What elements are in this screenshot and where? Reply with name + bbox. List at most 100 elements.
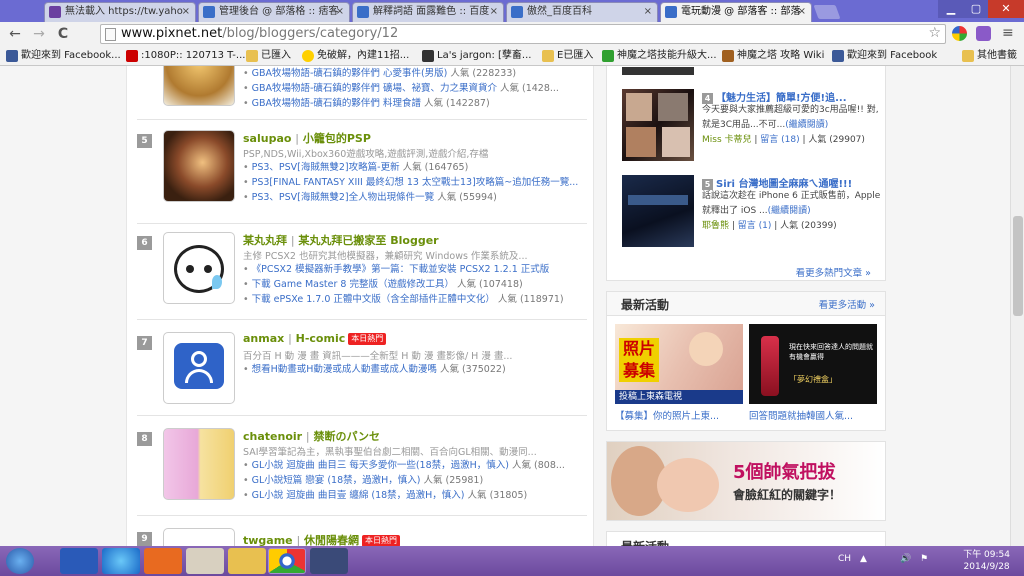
language-indicator[interactable]: CH (838, 554, 851, 564)
facebook-icon (6, 50, 18, 62)
bookmark-tos-wiki[interactable]: 神魔之塔 攻略 Wiki (722, 48, 824, 64)
system-clock[interactable]: 下午 09:54 2014/9/28 (963, 549, 1010, 573)
menu-icon[interactable]: ≡ (1002, 25, 1014, 41)
media-player-icon[interactable] (144, 548, 182, 574)
blogger-avatar[interactable] (163, 528, 235, 546)
comments-link[interactable]: 留言 (1) (738, 221, 772, 231)
post-link[interactable]: GBA牧場物語-礦石鎮的夥伴們 礦場、祕寶、力之果資貨介 人氣 (1428... (243, 81, 583, 96)
chrome-extension-icon[interactable] (952, 26, 967, 41)
post-list: 想看H動畫或H動漫或成人動畫或成人動漫嗎 人氣 (375022) (243, 362, 583, 377)
bookmark-facebook-2[interactable]: 歡迎來到 Facebook (832, 48, 937, 64)
more-hot-articles-link[interactable]: 看更多熱門文章 » (796, 265, 871, 279)
bookmark-jargon[interactable]: La's jargon: [孽畜... (422, 48, 531, 64)
post-link[interactable]: 想看H動畫或H動漫或成人動畫或成人動漫嗎 人氣 (375022) (243, 362, 583, 377)
blogger-name[interactable]: salupao (243, 132, 291, 145)
minimize-button[interactable]: ▁ (938, 0, 964, 18)
tab-game-anime[interactable]: 電玩動漫 @ 部落客 :: 部落 × (660, 2, 812, 22)
ad-banner[interactable]: 5個帥氣把拔 會臉紅紅的關鍵字！ (606, 441, 886, 521)
more-events-link[interactable]: 看更多活動 » (819, 297, 875, 311)
blogger-avatar[interactable] (163, 428, 235, 500)
post-link[interactable]: PS3、PSV[海賊無雙2]攻略篇-更新 人氣 (164765) (243, 160, 583, 175)
article-thumbnail[interactable] (622, 89, 694, 161)
tab-yahoo[interactable]: 無法載入 https://tw.yaho × (44, 2, 196, 22)
blog-name[interactable]: 休閒陽春網 (304, 534, 359, 546)
forward-button[interactable]: → (30, 25, 48, 43)
post-link[interactable]: GL小說 迴旋曲 曲目三 每天多愛你一些(18禁，過激H，慎入) 人氣 (808… (243, 458, 583, 473)
ie-icon[interactable] (102, 548, 140, 574)
blogger-avatar[interactable] (163, 66, 235, 106)
notepad-icon[interactable] (186, 548, 224, 574)
blogger-name[interactable]: 某丸丸拜 (243, 234, 287, 247)
event-caption[interactable]: 回答問題就抽韓國人氣... (749, 408, 877, 422)
close-icon[interactable]: × (490, 3, 498, 21)
post-link[interactable]: GL小說短篇 戀宴 (18禁，過激H，慎入) 人氣 (25981) (243, 473, 583, 488)
bookmark-tos-skill[interactable]: 神魔之塔技能升級大... (602, 48, 717, 64)
blogger-name[interactable]: chatenoir (243, 430, 302, 443)
blogger-title[interactable]: twgame | 休閒陽春網 本日熱門 (243, 532, 401, 546)
explorer-icon[interactable] (228, 548, 266, 574)
tray-expand-icon[interactable]: ▲ (860, 554, 867, 564)
tab-baidu-word[interactable]: 解釋詞語 面露難色 :: 百度 × (352, 2, 504, 22)
event-banner[interactable]: 現在快來回答達人的問題就有機會贏得 「夢幻禮盒」 (749, 324, 877, 404)
bookmark-folder-imported[interactable]: 已匯入 (246, 48, 291, 64)
star-icon[interactable]: ☆ (928, 24, 941, 42)
tab-pixnet-admin[interactable]: 管理後台 @ 部落格 :: 痞客 × (198, 2, 350, 22)
blogger-avatar[interactable] (163, 232, 235, 304)
read-more-link[interactable]: (繼續閱讀) (785, 120, 828, 130)
bookmark-facebook[interactable]: 歡迎來到 Facebook... (6, 48, 121, 64)
post-link[interactable]: GL小說 迴旋曲 曲目壹 纏綿 (18禁，過激H，慎入) 人氣 (31805) (243, 488, 583, 503)
address-bar[interactable]: www.pixnet.net/blog/bloggers/category/12… (100, 24, 946, 44)
blogger-title[interactable]: anmax | H-comic 本日熱門 (243, 332, 387, 345)
word-icon[interactable] (60, 548, 98, 574)
close-icon[interactable]: × (182, 3, 190, 21)
post-link[interactable]: 《PCSX2 模擬器新手教學》第一篇：下載並安裝 PCSX2 1.2.1 正式版 (243, 262, 583, 277)
maximize-button[interactable]: ▢ (964, 0, 988, 18)
volume-icon[interactable]: 🔊 (900, 554, 911, 564)
article-thumbnail[interactable] (622, 175, 694, 247)
comments-link[interactable]: 留言 (18) (760, 135, 799, 145)
close-icon[interactable]: × (798, 3, 806, 21)
post-link[interactable]: GBA牧場物語-礦石鎮的夥伴們 心愛事件(男版) 人氣 (228233) (243, 66, 583, 81)
reload-button[interactable]: C (54, 25, 72, 43)
blogger-avatar[interactable] (163, 332, 235, 404)
scrollbar[interactable] (1010, 66, 1024, 546)
tab-baidu-baike[interactable]: 傲然_百度百科 × (506, 2, 658, 22)
read-more-link[interactable]: (繼續閱讀) (768, 206, 811, 216)
event-banner[interactable]: 照片募集 投稿上東森電視 (615, 324, 743, 404)
post-link[interactable]: 下載 ePSXe 1.7.0 正體中文版（含全部插件正體中文化） 人氣 (118… (243, 292, 583, 307)
article-title[interactable]: 4 【魅力生活】簡單!方便!追... (702, 89, 882, 104)
blogger-title[interactable]: chatenoir | 禁断のパンセ (243, 428, 380, 444)
extension-icon[interactable] (976, 26, 991, 41)
post-link[interactable]: PS3、PSV[海賊無雙2]全人物出現條件一覽 人氣 (55994) (243, 190, 583, 205)
close-icon[interactable]: × (336, 3, 344, 21)
blogger-avatar[interactable] (163, 130, 235, 202)
close-button[interactable]: ✕ (988, 0, 1024, 18)
blogger-name[interactable]: anmax (243, 332, 284, 345)
bookmark-other[interactable]: 其他書籤 (962, 48, 1017, 64)
bookmark-folder-e[interactable]: E已匯入 (542, 48, 593, 64)
post-link[interactable]: 下載 Game Master 8 完整版（遊戲修改工具） 人氣 (107418) (243, 277, 583, 292)
back-button[interactable]: ← (6, 25, 24, 43)
close-icon[interactable]: × (644, 3, 652, 21)
post-link[interactable]: PS3[FINAL FANTASY XIII 最終幻想 13 太空戰士13]攻略… (243, 175, 583, 190)
event-caption[interactable]: 【募集】你的照片上東... (615, 408, 743, 422)
chrome-icon[interactable] (268, 548, 306, 574)
blog-name[interactable]: H-comic (296, 332, 346, 345)
blog-name[interactable]: 某丸丸拜已搬家至 Blogger (298, 234, 438, 247)
blogger-title[interactable]: 某丸丸拜 | 某丸丸拜已搬家至 Blogger (243, 232, 439, 248)
blog-name[interactable]: 禁断のパンセ (313, 430, 380, 443)
post-link[interactable]: GBA牧場物語-礦石鎮的夥伴們 料理食譜 人氣 (142287) (243, 96, 583, 111)
app-icon[interactable] (310, 548, 348, 574)
article-title[interactable]: 5 Siri 台灣地圖全麻麻ㄟ通喔!!! (702, 175, 882, 190)
article-author[interactable]: Miss 卡蒂兒 (702, 135, 752, 145)
blogger-title[interactable]: salupao | 小籠包的PSP (243, 130, 371, 146)
start-button[interactable] (6, 548, 34, 574)
flag-icon[interactable]: ⚑ (920, 554, 928, 564)
scrollbar-thumb[interactable] (1013, 216, 1023, 316)
blog-name[interactable]: 小籠包的PSP (303, 132, 371, 145)
article-author[interactable]: 耶魯熊 (702, 221, 729, 231)
new-tab-button[interactable] (813, 5, 841, 19)
blogger-name[interactable]: twgame (243, 534, 293, 546)
bookmark-crack[interactable]: 免破解，內建11招... (302, 48, 409, 64)
bookmark-youtube[interactable]: :1080P:: 120713 T-... (126, 48, 245, 64)
